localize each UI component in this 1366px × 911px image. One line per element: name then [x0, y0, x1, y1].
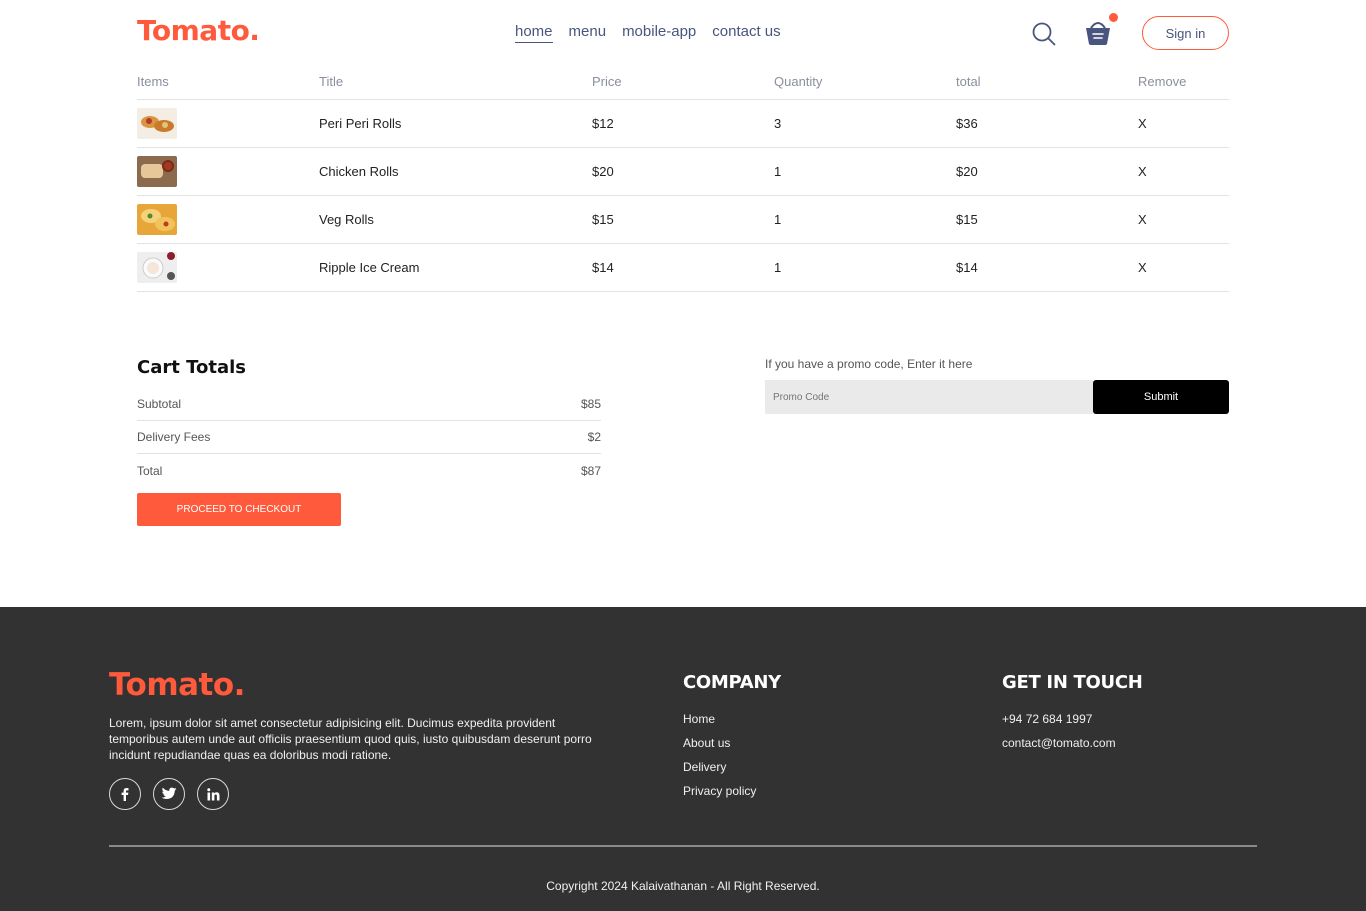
- item-total: $36: [956, 116, 978, 131]
- navbar: Tomato. home menu mobile-app contact us …: [137, 0, 1229, 64]
- cart-totals: Cart Totals Subtotal $85 Delivery Fees $…: [137, 356, 601, 526]
- header-remove: Remove: [1138, 74, 1187, 89]
- subtotal-row: Subtotal $85: [137, 388, 601, 421]
- contact-column: GET IN TOUCH +94 72 684 1997 contact@tom…: [1002, 671, 1143, 755]
- promo-code-label: If you have a promo code, Enter it here: [765, 357, 973, 371]
- cart-item-row: Peri Peri Rolls $12 3 $36 X: [137, 100, 1229, 148]
- linkedin-icon[interactable]: [197, 778, 229, 810]
- footer-divider: [109, 845, 1257, 847]
- footer-link-delivery[interactable]: Delivery: [683, 755, 781, 779]
- cart-totals-title: Cart Totals: [137, 357, 246, 378]
- cart-notification-dot: [1109, 13, 1118, 22]
- cart-items-table: Items Title Price Quantity total Remove …: [137, 64, 1229, 292]
- footer-link-about-us[interactable]: About us: [683, 731, 781, 755]
- item-total: $14: [956, 260, 978, 275]
- footer-link-privacy-policy[interactable]: Privacy policy: [683, 779, 781, 803]
- promo-code-input[interactable]: [765, 380, 1093, 414]
- subtotal-value: $85: [580, 397, 601, 411]
- item-price: $20: [592, 164, 614, 179]
- item-price: $14: [592, 260, 614, 275]
- footer: Tomato. Lorem, ipsum dolor sit amet cons…: [0, 607, 1366, 911]
- brand-logo[interactable]: Tomato.: [137, 14, 260, 47]
- peri-peri-rolls-thumbnail: [137, 108, 177, 139]
- proceed-to-checkout-button[interactable]: PROCEED TO CHECKOUT: [137, 493, 341, 526]
- total-row: Total $87: [137, 454, 601, 487]
- remove-item-button[interactable]: X: [1138, 116, 1229, 131]
- ripple-ice-cream-thumbnail: [137, 252, 177, 283]
- header-quantity: Quantity: [774, 74, 823, 89]
- remove-item-button[interactable]: X: [1138, 164, 1229, 179]
- item-quantity: 1: [774, 164, 782, 179]
- item-title: Veg Rolls: [319, 212, 374, 227]
- item-total: $20: [956, 164, 978, 179]
- header-title: Title: [319, 74, 344, 89]
- basket-icon[interactable]: [1085, 18, 1111, 46]
- get-in-touch-title: GET IN TOUCH: [1002, 672, 1143, 693]
- social-links: [109, 778, 229, 810]
- veg-rolls-thumbnail: [137, 204, 177, 235]
- total-label: Total: [137, 463, 163, 478]
- delivery-fee-row: Delivery Fees $2: [137, 421, 601, 454]
- nav-item-menu[interactable]: menu: [569, 23, 607, 43]
- item-quantity: 3: [774, 116, 782, 131]
- cart-item-row: Veg Rolls $15 1 $15 X: [137, 196, 1229, 244]
- promo-code-section: If you have a promo code, Enter it here …: [765, 356, 1229, 414]
- item-title: Peri Peri Rolls: [319, 116, 402, 131]
- item-total: $15: [956, 212, 978, 227]
- promo-submit-button[interactable]: Submit: [1093, 380, 1229, 414]
- copyright-text: Copyright 2024 Kalaivathanan - All Right…: [546, 879, 820, 893]
- chicken-rolls-thumbnail: [137, 156, 177, 187]
- header-price: Price: [592, 74, 622, 89]
- sign-in-button[interactable]: Sign in: [1142, 16, 1229, 50]
- remove-item-button[interactable]: X: [1138, 212, 1229, 227]
- twitter-icon[interactable]: [153, 778, 185, 810]
- header-items: Items: [137, 74, 169, 89]
- nav-menu: home menu mobile-app contact us: [515, 23, 781, 43]
- nav-item-home[interactable]: home: [515, 23, 553, 43]
- footer-link-home[interactable]: Home: [683, 707, 781, 731]
- item-price: $15: [592, 212, 614, 227]
- item-title: Chicken Rolls: [319, 164, 399, 179]
- delivery-fee-label: Delivery Fees: [137, 430, 211, 444]
- contact-phone: +94 72 684 1997: [1002, 712, 1093, 726]
- cart-item-row: Chicken Rolls $20 1 $20 X: [137, 148, 1229, 196]
- item-title: Ripple Ice Cream: [319, 260, 420, 275]
- company-title: COMPANY: [683, 672, 781, 693]
- cart-table-header: Items Title Price Quantity total Remove: [137, 64, 1229, 100]
- delivery-fee-value: $2: [587, 430, 601, 444]
- item-quantity: 1: [774, 212, 782, 227]
- promo-code-form: Submit: [765, 380, 1229, 414]
- item-quantity: 1: [774, 260, 782, 275]
- contact-email: contact@tomato.com: [1002, 736, 1116, 750]
- header-total: total: [956, 74, 981, 89]
- footer-description: Lorem, ipsum dolor sit amet consectetur …: [109, 716, 592, 762]
- remove-item-button[interactable]: X: [1138, 260, 1229, 275]
- company-column: COMPANY Home About us Delivery Privacy p…: [683, 671, 781, 803]
- nav-item-mobile-app[interactable]: mobile-app: [622, 23, 696, 43]
- facebook-icon[interactable]: [109, 778, 141, 810]
- cart-item-row: Ripple Ice Cream $14 1 $14 X: [137, 244, 1229, 292]
- nav-item-contact-us[interactable]: contact us: [712, 23, 780, 43]
- subtotal-label: Subtotal: [137, 397, 182, 411]
- search-icon[interactable]: [1032, 22, 1056, 46]
- item-price: $12: [592, 116, 614, 131]
- total-value: $87: [580, 463, 601, 478]
- footer-logo: Tomato.: [109, 667, 245, 703]
